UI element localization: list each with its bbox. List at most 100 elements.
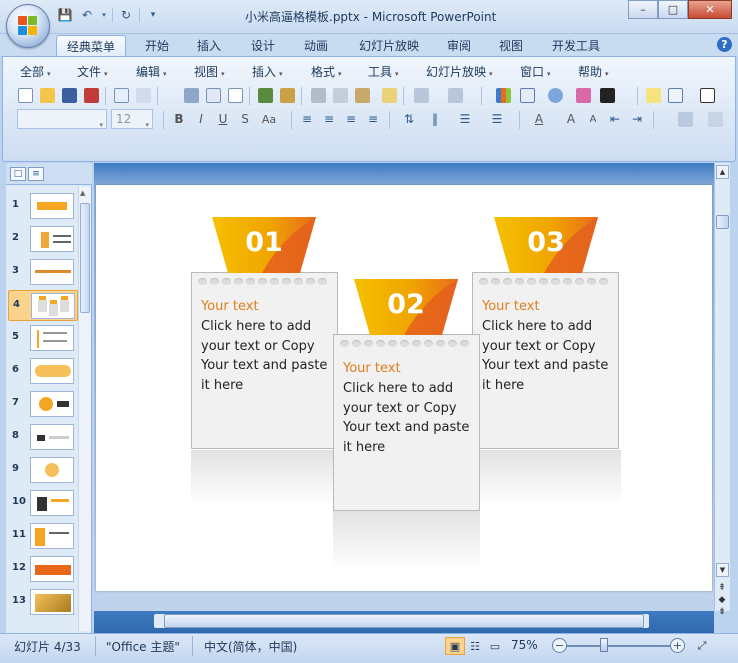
columns-icon[interactable]: ‖ — [425, 109, 445, 129]
tab-animation[interactable]: 动画 — [295, 35, 337, 56]
menu-help[interactable]: 帮助 ▾ — [578, 63, 609, 80]
align-left-icon[interactable]: ≡ — [297, 109, 317, 129]
undo-icon[interactable]: ↶ — [78, 6, 96, 24]
slide-thumbnail[interactable]: 5 — [8, 323, 78, 354]
slide-thumbnail[interactable]: 10 — [8, 488, 78, 519]
help-icon[interactable]: ? — [717, 37, 732, 52]
zoom-out-icon[interactable]: − — [552, 638, 567, 653]
redo-icon[interactable] — [445, 85, 465, 105]
maximize-button[interactable]: □ — [658, 0, 688, 19]
tab-review[interactable]: 审阅 — [438, 35, 480, 56]
tab-classic-menu[interactable]: 经典菜单 — [56, 35, 126, 57]
spelling-icon[interactable] — [255, 85, 275, 105]
print-icon[interactable] — [181, 85, 201, 105]
text-box-icon[interactable] — [697, 85, 717, 105]
numbering-icon[interactable]: ☰ — [455, 109, 475, 129]
scroll-down-arrow-icon[interactable]: ▼ — [716, 563, 729, 577]
font-name-combo[interactable]: ▾ — [17, 109, 107, 129]
scroll-thumb[interactable] — [164, 614, 644, 628]
outline-tab-icon[interactable]: ≡ — [28, 167, 44, 181]
copy-icon[interactable] — [330, 85, 350, 105]
slide-thumbnail[interactable]: 7 — [8, 389, 78, 420]
slide-thumbnail[interactable]: 9 — [8, 455, 78, 486]
slide-thumbnail[interactable]: 11 — [8, 521, 78, 552]
zoom-slider-knob[interactable] — [600, 638, 608, 652]
slide-thumbnail[interactable]: 3 — [8, 257, 78, 288]
paste-icon[interactable] — [352, 85, 372, 105]
new-file-icon[interactable] — [15, 85, 35, 105]
thumbnail-scrollbar[interactable]: ▲ — [78, 187, 91, 631]
slide-sorter-icon[interactable]: ☷ — [465, 637, 485, 655]
tab-home[interactable]: 开始 — [136, 35, 178, 56]
save-icon[interactable] — [59, 85, 79, 105]
new-slide-icon[interactable] — [643, 85, 663, 105]
tab-developer[interactable]: 开发工具 — [543, 35, 609, 56]
tab-slideshow[interactable]: 幻灯片放映 — [350, 35, 428, 56]
design-icon[interactable] — [675, 109, 695, 129]
slideshow-view-icon[interactable]: ▭ — [485, 637, 505, 655]
menu-tools[interactable]: 工具 ▾ — [368, 63, 399, 80]
scroll-thumb[interactable] — [716, 215, 729, 229]
text-card-2[interactable]: Your text Click here to add your text or… — [333, 334, 480, 511]
menu-format[interactable]: 格式 ▾ — [311, 63, 342, 80]
scroll-up-arrow-icon[interactable]: ▲ — [716, 165, 729, 179]
vertical-scrollbar[interactable]: ▲ ▼ — [714, 163, 730, 611]
justify-icon[interactable]: ≡ — [363, 109, 383, 129]
tab-design[interactable]: 设计 — [242, 35, 284, 56]
redo-icon[interactable]: ↻ — [117, 6, 135, 24]
email-icon[interactable] — [111, 85, 131, 105]
zoom-slider-track[interactable] — [567, 645, 673, 647]
tab-insert[interactable]: 插入 — [188, 35, 230, 56]
fit-to-window-icon[interactable]: ⤢ — [692, 637, 712, 655]
text-card-1[interactable]: Your text Click here to add your text or… — [191, 272, 338, 449]
bullets-icon[interactable]: ☰ — [487, 109, 507, 129]
shadow-icon[interactable]: S — [235, 109, 255, 129]
close-button[interactable]: ✕ — [688, 0, 732, 19]
horizontal-scrollbar[interactable] — [94, 611, 714, 633]
font-size-combo[interactable]: 12 ▾ — [111, 109, 153, 129]
menu-file[interactable]: 文件 ▾ — [77, 63, 108, 80]
scroll-thumb[interactable] — [80, 203, 90, 313]
increase-indent-icon[interactable]: ⇥ — [627, 109, 647, 129]
slide-thumbnail[interactable]: 2 — [8, 224, 78, 255]
menu-all[interactable]: 全部 ▾ — [20, 63, 51, 80]
slides-tab-icon[interactable]: □ — [10, 167, 26, 181]
slide-thumbnail[interactable]: 13 — [8, 587, 78, 618]
previous-slide-icon[interactable]: ⇞ — [714, 583, 730, 595]
cut-icon[interactable] — [308, 85, 328, 105]
menu-slideshow[interactable]: 幻灯片放映 ▾ — [426, 63, 493, 80]
tab-view[interactable]: 视图 — [490, 35, 532, 56]
print-preview-icon[interactable] — [203, 85, 223, 105]
align-center-icon[interactable]: ≡ — [319, 109, 339, 129]
slide-thumbnail[interactable]: 1 — [8, 191, 78, 222]
slide-design-icon[interactable] — [705, 109, 725, 129]
zoom-level[interactable]: 75% — [511, 638, 538, 652]
hyperlink-icon[interactable] — [545, 85, 565, 105]
office-button[interactable] — [6, 4, 50, 48]
research-icon[interactable] — [277, 85, 297, 105]
slide-thumbnail[interactable]: 8 — [8, 422, 78, 453]
slide-thumbnail[interactable]: 6 — [8, 356, 78, 387]
slide-thumbnail[interactable]: 12 — [8, 554, 78, 585]
fill-color-icon[interactable] — [597, 85, 617, 105]
slide[interactable]: Your text Click here to add your text or… — [96, 185, 712, 591]
scroll-up-arrow-icon[interactable]: ▲ — [80, 189, 85, 197]
underline-icon[interactable]: U — [213, 109, 233, 129]
text-card-3[interactable]: Your text Click here to add your text or… — [472, 272, 619, 449]
open-folder-icon[interactable] — [37, 85, 57, 105]
page-icon[interactable] — [225, 85, 245, 105]
table-icon[interactable] — [517, 85, 537, 105]
next-slide-icon[interactable]: ⇟ — [714, 607, 730, 619]
save-icon[interactable]: 💾 — [56, 6, 74, 24]
undo-icon[interactable] — [411, 85, 431, 105]
attach-icon[interactable] — [133, 85, 153, 105]
grow-font-icon[interactable]: A — [561, 109, 581, 129]
normal-view-icon[interactable]: ▣ — [445, 637, 465, 655]
chart-icon[interactable] — [493, 85, 513, 105]
bold-icon[interactable]: B — [169, 109, 189, 129]
slide-thumbnail-selected[interactable]: 4 — [8, 290, 78, 321]
text-direction-icon[interactable]: ⇅ — [399, 109, 419, 129]
dropdown-arrow-icon[interactable]: ▾ — [100, 6, 108, 24]
menu-insert[interactable]: 插入 ▾ — [252, 63, 283, 80]
picture-icon[interactable] — [573, 85, 593, 105]
